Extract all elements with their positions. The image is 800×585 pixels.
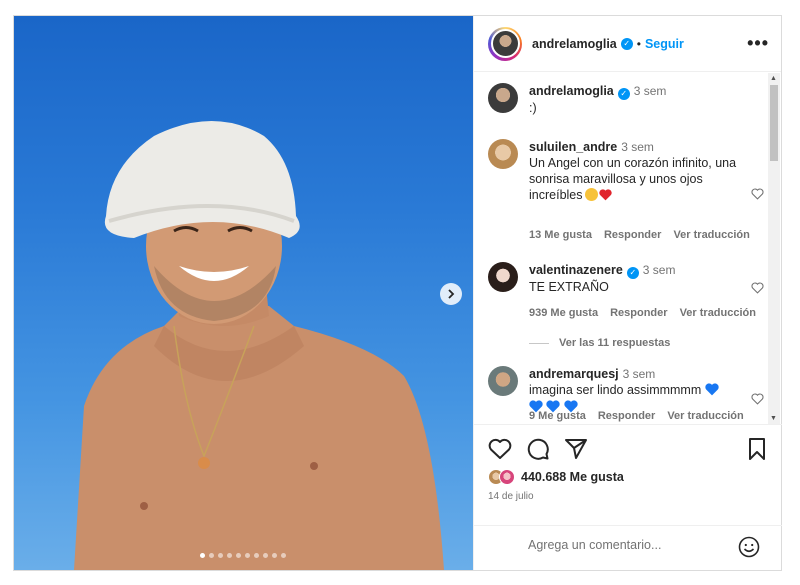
comment-item: valentinazenere ✓ 3 sem TE EXTRAÑO (488, 262, 758, 295)
comment-username[interactable]: suluilen_andre (529, 140, 617, 154)
post-date[interactable]: 14 de julio (488, 491, 534, 502)
translate-button[interactable]: Ver traducción (673, 229, 749, 241)
carousel-dot (263, 553, 268, 558)
post-sidebar: andrelamoglia ✓ • Seguir ••• andrelamogl… (473, 16, 782, 570)
carousel-dot (281, 553, 286, 558)
likes-count[interactable]: 440.688 Me gusta (521, 470, 624, 484)
comment-time: 3 sem (622, 367, 656, 381)
avatar[interactable] (488, 139, 518, 169)
likes-summary[interactable]: 440.688 Me gusta (488, 469, 624, 485)
caption-time: 3 sem (633, 84, 667, 98)
paper-plane-icon[interactable] (564, 437, 588, 461)
comment-likes[interactable]: 9 Me gusta (529, 410, 586, 422)
avatar[interactable] (488, 83, 518, 113)
comment-time: 3 sem (621, 140, 654, 154)
scroll-down-arrow-icon[interactable]: ▼ (770, 415, 777, 422)
reply-button[interactable]: Responder (598, 410, 655, 422)
comment-like-heart-icon[interactable] (751, 282, 764, 294)
comments-list[interactable]: andrelamoglia ✓ 3 sem :) suluilen_andre 3 s… (474, 73, 782, 424)
liker-avatar (499, 469, 515, 485)
view-replies-label: Ver las 11 respuestas (559, 337, 671, 349)
scroll-up-arrow-icon[interactable]: ▲ (770, 75, 777, 82)
caption: andrelamoglia ✓ 3 sem :) (488, 83, 758, 116)
scrollbar-thumb[interactable] (770, 85, 778, 161)
more-options-icon[interactable]: ••• (747, 33, 769, 54)
comment-username[interactable]: andremarquesj (529, 367, 619, 381)
star-struck-emoji-icon (584, 188, 598, 201)
verified-badge-icon: ✓ (617, 88, 630, 100)
comment-username[interactable]: valentinazenere (529, 263, 623, 277)
verified-badge-icon: ✓ (620, 37, 633, 50)
comment-item: suluilen_andre 3 sem Un Angel con un cora… (488, 139, 758, 203)
comment-text: Un Angel con un corazón infinito, una so… (529, 156, 737, 202)
author-username[interactable]: andrelamoglia (532, 37, 617, 51)
carousel-dot (236, 553, 241, 558)
comment-text: imagina ser lindo assimmmmm (529, 383, 702, 397)
caption-text: :) (529, 101, 537, 115)
separator: • (636, 36, 641, 51)
red-heart-emoji-icon (598, 189, 612, 201)
translate-button[interactable]: Ver traducción (680, 307, 756, 319)
comment-like-heart-icon[interactable] (751, 393, 764, 405)
carousel-dot (272, 553, 277, 558)
blue-heart-emoji-icon (705, 383, 719, 396)
carousel-dot (254, 553, 259, 558)
reply-button[interactable]: Responder (604, 229, 661, 241)
add-comment-bar (474, 525, 782, 571)
comment-likes[interactable]: 13 Me gusta (529, 229, 592, 241)
comment-meta: 13 Me gusta Responder Ver traducción (529, 229, 750, 241)
replies-divider (529, 342, 549, 344)
heart-icon[interactable] (488, 438, 512, 460)
follow-button[interactable]: Seguir (645, 37, 684, 51)
post-actions: 440.688 Me gusta 14 de julio (474, 424, 782, 570)
carousel-next-button[interactable] (440, 283, 462, 305)
avatar[interactable] (488, 262, 518, 292)
post-photo (74, 121, 444, 570)
comment-like-heart-icon[interactable] (751, 188, 764, 200)
carousel-dot (200, 553, 205, 558)
comment-input[interactable] (528, 538, 728, 552)
caption-username[interactable]: andrelamoglia (529, 84, 614, 98)
reply-button[interactable]: Responder (610, 307, 667, 319)
comment-meta: 939 Me gusta Responder Ver traducción (529, 307, 756, 319)
carousel-dot (245, 553, 250, 558)
smiley-icon[interactable] (738, 536, 760, 558)
carousel-dot (209, 553, 214, 558)
comments-scrollbar[interactable]: ▲ ▼ (768, 73, 780, 424)
verified-badge-icon: ✓ (626, 267, 639, 279)
carousel-dot (218, 553, 223, 558)
story-ring[interactable] (488, 26, 522, 61)
bookmark-icon[interactable] (746, 437, 768, 461)
view-replies-button[interactable]: Ver las 11 respuestas (529, 337, 670, 349)
carousel-dot (227, 553, 232, 558)
translate-button[interactable]: Ver traducción (667, 410, 743, 422)
comment-text: TE EXTRAÑO (529, 280, 609, 294)
author-avatar[interactable] (490, 29, 520, 58)
post-header: andrelamoglia ✓ • Seguir ••• (474, 16, 781, 72)
chevron-right-icon (448, 289, 455, 299)
comment-bubble-icon[interactable] (526, 437, 550, 461)
comment-meta: 9 Me gusta Responder Ver traducción (529, 410, 744, 422)
carousel-indicator (200, 553, 286, 558)
avatar[interactable] (488, 366, 518, 396)
comment-likes[interactable]: 939 Me gusta (529, 307, 598, 319)
post-media (14, 16, 473, 570)
comment-time: 3 sem (642, 263, 676, 277)
post-dialog: andrelamoglia ✓ • Seguir ••• andrelamogl… (13, 15, 782, 571)
